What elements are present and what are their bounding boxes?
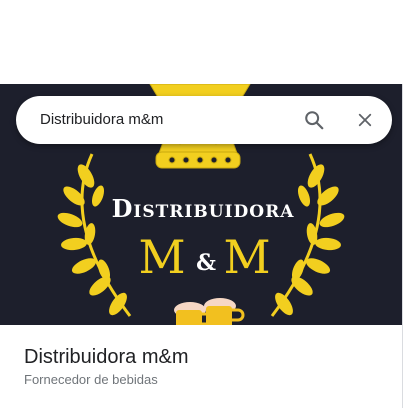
search-button[interactable] — [298, 104, 330, 136]
place-info-panel: Distribuidora m&m Fornecedor de bebidas — [0, 325, 402, 408]
close-button[interactable] — [349, 104, 381, 136]
place-title: Distribuidora m&m — [24, 346, 189, 368]
search-icon — [305, 111, 324, 130]
place-category[interactable]: Fornecedor de bebidas — [24, 372, 158, 388]
logo-letter-m-right: M — [223, 230, 270, 284]
logo-ampersand: & — [196, 250, 216, 276]
search-input[interactable]: Distribuidora m&m — [40, 110, 163, 130]
logo-letter-m-left: M — [138, 230, 185, 284]
scrollbar[interactable] — [402, 84, 408, 408]
close-icon — [358, 113, 372, 127]
search-bar[interactable]: Distribuidora m&m — [16, 96, 392, 144]
logo-text-line1: Distribuidora — [112, 194, 295, 223]
